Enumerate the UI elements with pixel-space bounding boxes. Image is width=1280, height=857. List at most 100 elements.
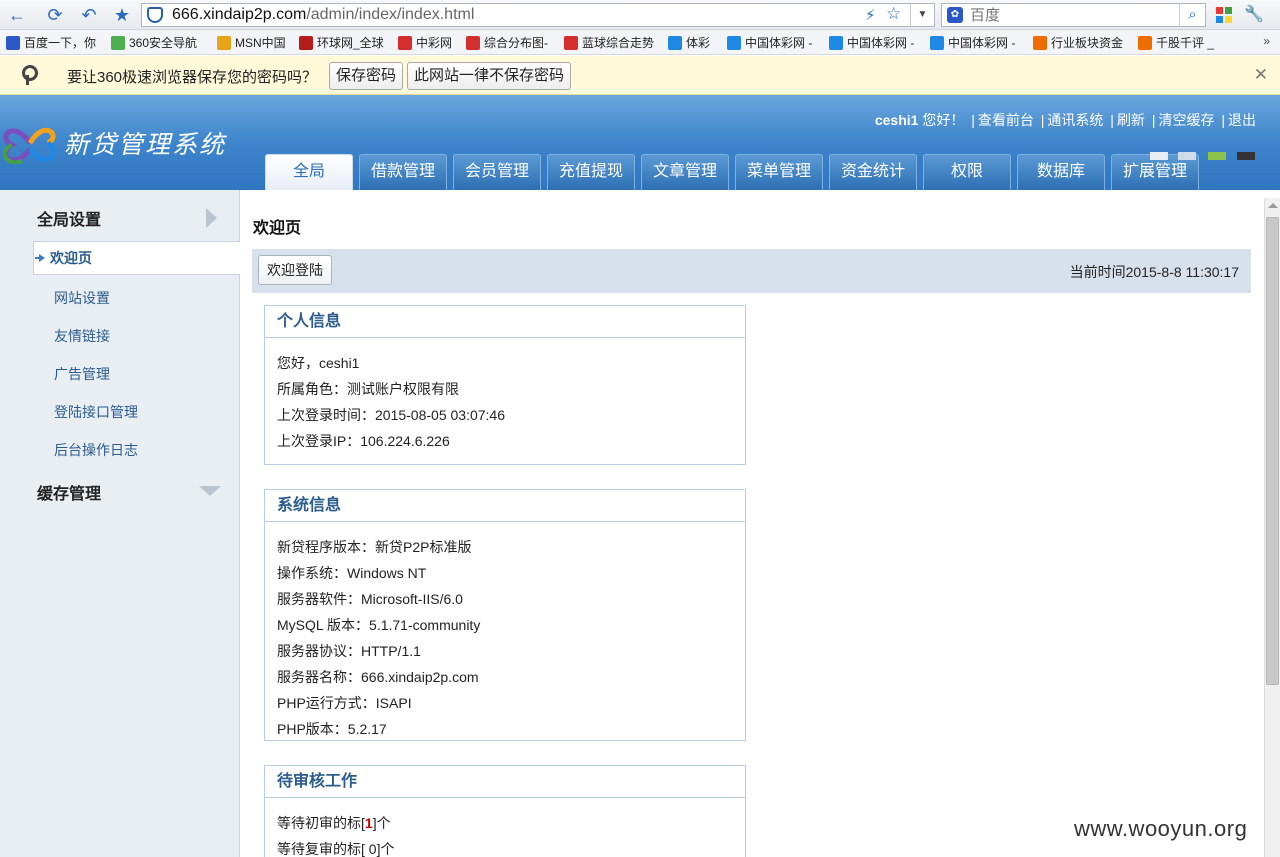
current-time: 当前时间2015-8-8 11:30:17 [1069, 264, 1239, 280]
close-icon[interactable]: ✕ [1254, 65, 1268, 85]
bookmark-item[interactable]: 千股千评 _ [1138, 34, 1214, 51]
skin-swatch-4[interactable] [1237, 152, 1255, 160]
vertical-scrollbar[interactable] [1264, 198, 1280, 857]
tab-database[interactable]: 数据库 [1017, 154, 1105, 190]
info-row: 上次登录时间：2015-08-05 03:07:46 [277, 407, 505, 423]
never-save-button[interactable]: 此网站一律不保存密码 [407, 62, 572, 90]
chevron-down-icon[interactable] [199, 486, 221, 496]
main-content: 欢迎页 欢迎登陆 当前时间2015-8-8 11:30:17 个人信息 您好，c… [240, 198, 1264, 857]
bookmark-label: MSN中国 [235, 36, 286, 50]
info-row: 服务器名称：666.xindaip2p.com [277, 669, 479, 685]
bookmark-favicon-icon [1033, 35, 1047, 50]
tab-funds[interactable]: 资金统计 [829, 154, 917, 190]
info-row: 上次登录IP：106.224.6.226 [277, 433, 450, 449]
bookmark-item[interactable]: 环球网_全球 [299, 34, 384, 51]
refresh-link[interactable]: 刷新 [1117, 112, 1145, 128]
save-password-button[interactable]: 保存密码 [329, 62, 404, 90]
baidu-icon: ✿ [947, 7, 963, 23]
search-box[interactable]: ✿ ⌕ [941, 3, 1206, 27]
sidebar-item-logs[interactable]: 后台操作日志 [54, 440, 138, 460]
favorite-star-icon[interactable]: ★ [111, 4, 133, 26]
panel-title: 系统信息 [265, 490, 745, 522]
personal-info-panel: 个人信息 您好，ceshi1 所属角色：测试账户权限有限 上次登录时间：2015… [264, 305, 746, 465]
sidebar-item-links[interactable]: 友情链接 [54, 326, 110, 346]
skin-swatch-3[interactable] [1208, 152, 1226, 160]
bookmark-item[interactable]: 360安全导航 [111, 34, 197, 51]
bookmark-favicon-icon [111, 35, 125, 50]
sidebar: 全局设置 欢迎页 网站设置 友情链接 广告管理 登陆接口管理 后台操作日志 缓存… [0, 190, 240, 857]
bookmark-item[interactable]: 中国体彩网 - [829, 34, 914, 51]
info-row: 新贷程序版本：新贷P2P标准版 [277, 539, 472, 555]
search-icon[interactable]: ⌕ [1179, 4, 1205, 26]
username: ceshi1 [874, 112, 919, 128]
chevron-down-icon[interactable]: ▼ [910, 4, 934, 26]
info-row: 服务器软件：Microsoft-IIS/6.0 [277, 591, 463, 607]
url-text[interactable]: 666.xindaip2p.com/admin/index/index.html [172, 6, 474, 24]
user-bar: ceshi1 您好！ | 查看前台 | 通讯系统 | 刷新 | 清空缓存 | 退出 [874, 112, 1256, 128]
pending-first-review: 等待初审的标[1]个 [277, 815, 391, 831]
sidebar-item-site-settings[interactable]: 网站设置 [54, 288, 110, 308]
scrollbar-thumb[interactable] [1266, 217, 1279, 685]
bookmark-label: 千股千评 _ [1156, 36, 1215, 50]
skin-swatch-1[interactable] [1150, 152, 1168, 160]
address-bar[interactable]: 666.xindaip2p.com/admin/index/index.html… [141, 3, 935, 27]
panel-title: 个人信息 [265, 306, 745, 338]
tab-loans[interactable]: 借款管理 [359, 154, 447, 190]
bookmark-item[interactable]: 中国体彩网 - [727, 34, 812, 51]
info-row: 服务器协议：HTTP/1.1 [277, 643, 421, 659]
tab-permissions[interactable]: 权限 [923, 154, 1011, 190]
skin-swatch-2[interactable] [1178, 152, 1196, 160]
tab-articles[interactable]: 文章管理 [641, 154, 729, 190]
bookmark-favicon-icon [398, 35, 412, 50]
bookmark-item[interactable]: 蓝球综合走势 [564, 34, 654, 51]
chevron-right-icon[interactable] [206, 208, 217, 228]
sidebar-item-login-api[interactable]: 登陆接口管理 [54, 402, 138, 422]
bookmark-item[interactable]: 行业板块资金 [1033, 34, 1123, 51]
search-input[interactable] [970, 6, 1170, 24]
back-icon[interactable]: ← [6, 4, 28, 26]
bookmark-label: 百度一下，你 [24, 36, 97, 50]
tab-global[interactable]: 全局 [265, 154, 353, 190]
sidebar-section-global[interactable]: 全局设置 [0, 190, 240, 236]
welcome-login-button[interactable]: 欢迎登陆 [258, 255, 332, 285]
bookmark-item[interactable]: 中国体彩网 - [930, 34, 1015, 51]
tab-recharge[interactable]: 充值提现 [547, 154, 635, 190]
view-frontend-link[interactable]: 查看前台 [978, 112, 1034, 128]
info-row: 所属角色：测试账户权限有限 [277, 381, 459, 397]
speed-mode-icon[interactable]: ⚡ [865, 6, 876, 24]
bookmark-favicon-icon [217, 35, 231, 50]
clear-cache-link[interactable]: 清空缓存 [1158, 112, 1214, 128]
bookmark-item[interactable]: 中彩网 [398, 34, 452, 51]
bookmark-item[interactable]: 综合分布图- [466, 34, 548, 51]
bookmark-label: 中国体彩网 - [847, 36, 915, 50]
bookmark-item[interactable]: 百度一下，你 [6, 34, 96, 51]
bookmark-favicon-icon [930, 35, 944, 50]
bookmark-label: 行业板块资金 [1051, 36, 1124, 50]
security-shield-icon [147, 7, 163, 23]
bookmarks-bar: 百度一下，你 360安全导航 MSN中国 环球网_全球 中彩网 综合分布图- 蓝球综合走势 体… [0, 30, 1280, 55]
welcome-bar: 欢迎登陆 当前时间2015-8-8 11:30:17 [252, 249, 1251, 293]
apps-grid-icon[interactable] [1216, 7, 1232, 23]
tab-menus[interactable]: 菜单管理 [735, 154, 823, 190]
refresh-icon[interactable]: ⟳ [44, 4, 66, 26]
logout-link[interactable]: 退出 [1228, 112, 1256, 128]
undo-icon[interactable]: ↶ [78, 4, 100, 26]
sidebar-item-welcome[interactable]: 欢迎页 [33, 241, 240, 275]
wrench-icon[interactable]: 🔧 [1244, 4, 1264, 24]
bookmark-item[interactable]: 体彩 [668, 34, 710, 51]
password-prompt-text: 要让360极速浏览器保存您的密码吗？ [67, 69, 318, 86]
bookmark-label: 环球网_全球 [317, 36, 384, 50]
scroll-up-icon[interactable] [1268, 203, 1278, 208]
watermark: www.wooyun.org [1074, 816, 1248, 841]
bookmark-star-icon[interactable]: ☆ [886, 4, 901, 24]
info-row: PHP版本：5.2.17 [277, 721, 387, 737]
messaging-link[interactable]: 通讯系统 [1047, 112, 1103, 128]
bookmark-favicon-icon [466, 35, 480, 50]
bookmark-favicon-icon [727, 35, 741, 50]
logo-text: 新贷管理系统 [64, 130, 227, 159]
bookmark-item[interactable]: MSN中国 [217, 34, 286, 51]
bookmarks-more-icon[interactable]: » [1263, 34, 1270, 48]
tab-members[interactable]: 会员管理 [453, 154, 541, 190]
logo-clover-icon [2, 127, 56, 165]
sidebar-item-ads[interactable]: 广告管理 [54, 364, 110, 384]
